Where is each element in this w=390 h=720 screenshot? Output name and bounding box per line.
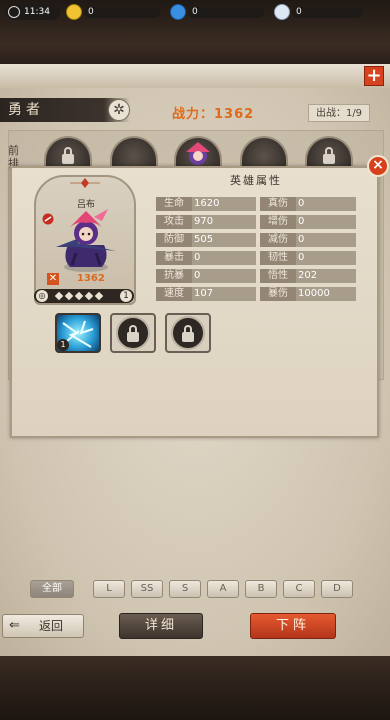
attr-key: 韧性 [260, 251, 296, 265]
attr-key: 暴击 [156, 251, 192, 265]
lock-icon [127, 325, 139, 342]
hero-power-value: 1362 [77, 273, 105, 284]
add-currency-button[interactable]: + [364, 66, 384, 86]
rank-icon: ◎ [36, 290, 48, 302]
attr-key: 增伤 [260, 215, 296, 229]
star-diamond-icon [54, 291, 64, 301]
attr-row: 暴伤 10000 [260, 287, 356, 301]
gold-coin-icon [66, 4, 82, 20]
remove-from-lineup-button[interactable]: 下阵 [250, 613, 336, 639]
attr-row: 增伤 0 [260, 215, 356, 229]
attr-value: 202 [298, 270, 318, 281]
gold-resource: 0 [66, 4, 162, 20]
back-label: 返回 [39, 619, 64, 633]
attr-row: 防御 505 [156, 233, 256, 247]
bottom-wood-frame [0, 656, 390, 720]
attr-key: 真伤 [260, 197, 296, 211]
attr-row: 速度 107 [156, 287, 256, 301]
lock-icon [182, 325, 194, 342]
settings-gear-icon[interactable]: ✲ [108, 99, 130, 121]
gem-value: 0 [188, 7, 264, 18]
back-button[interactable]: ⇐ 返回 [2, 614, 84, 638]
attr-value: 0 [194, 252, 201, 263]
gold-value: 0 [84, 7, 160, 18]
hero-power: ✕ 1362 [47, 273, 127, 287]
gem-resource: 0 [170, 4, 266, 20]
attr-row: 攻击 970 [156, 215, 256, 229]
filter-all[interactable]: 全部 [30, 580, 74, 598]
filter-a[interactable]: A [207, 580, 239, 598]
attr-value: 0 [298, 234, 305, 245]
filter-d[interactable]: D [321, 580, 353, 598]
close-icon[interactable]: × [367, 155, 389, 177]
attr-key: 速度 [156, 287, 192, 301]
filter-c[interactable]: C [283, 580, 315, 598]
attr-key: 攻击 [156, 215, 192, 229]
resource-bar [0, 64, 390, 88]
filter-ss[interactable]: SS [131, 580, 163, 598]
lock-circle [171, 316, 205, 350]
attr-value: 107 [194, 288, 214, 299]
skill-slot-locked[interactable] [165, 313, 211, 353]
attr-value: 0 [298, 216, 305, 227]
skill-level: 1 [57, 339, 69, 351]
formation-slot-hero[interactable] [174, 136, 222, 168]
blue-gem-icon [170, 4, 186, 20]
attr-row: 韧性 0 [260, 251, 356, 265]
clock-display: 11:34 [6, 4, 60, 20]
filter-l[interactable]: L [93, 580, 125, 598]
lock-icon [62, 147, 74, 164]
power-icon: ✕ [47, 273, 59, 285]
attr-key: 悟性 [260, 269, 296, 283]
attr-row: 真伤 0 [260, 197, 356, 211]
attr-value: 0 [194, 270, 201, 281]
skill-slot-locked[interactable] [110, 313, 156, 353]
crystal-icon [274, 4, 290, 20]
attr-key: 减伤 [260, 233, 296, 247]
attr-key: 生命 [156, 197, 192, 211]
lock-circle [116, 316, 150, 350]
filter-b[interactable]: B [245, 580, 277, 598]
attr-key: 防御 [156, 233, 192, 247]
star-diamond-icon [94, 291, 104, 301]
clock-time: 11:34 [24, 7, 50, 17]
crystal-resource: 0 [274, 4, 362, 20]
star-diamond-icon [64, 291, 74, 301]
attr-row: 生命 1620 [156, 197, 256, 211]
hero-level: 1 [120, 290, 132, 302]
attr-row: 暴击 0 [156, 251, 256, 265]
deploy-count: 出战：1/9 [308, 104, 370, 122]
detail-button[interactable]: 详细 [119, 613, 203, 639]
attr-value: 0 [298, 198, 305, 209]
attr-value: 1620 [194, 198, 220, 209]
attr-row: 抗暴 0 [156, 269, 256, 283]
attr-row: 减伤 0 [260, 233, 356, 247]
star-diamond-icon [84, 291, 94, 301]
card-ornament-icon [70, 178, 100, 188]
lock-icon [323, 147, 335, 164]
attr-value: 505 [194, 234, 214, 245]
clock-icon [8, 6, 20, 18]
total-power: 战力：1362 [172, 107, 255, 122]
attr-value: 0 [298, 252, 305, 263]
attr-value: 970 [194, 216, 214, 227]
attr-title: 英雄属性 [230, 174, 282, 187]
star-diamond-icon [74, 291, 84, 301]
hero-star-bar: ◎ 1 [34, 289, 134, 303]
hero-portrait-icon [56, 209, 116, 272]
crystal-value: 0 [292, 7, 362, 18]
filter-s[interactable]: S [169, 580, 201, 598]
attr-key: 暴伤 [260, 287, 296, 301]
attr-key: 抗暴 [156, 269, 192, 283]
hero-thumb-icon [186, 142, 210, 165]
attr-row: 悟性 202 [260, 269, 356, 283]
attr-value: 10000 [298, 288, 330, 299]
back-arrow-icon: ⇐ [9, 618, 20, 633]
